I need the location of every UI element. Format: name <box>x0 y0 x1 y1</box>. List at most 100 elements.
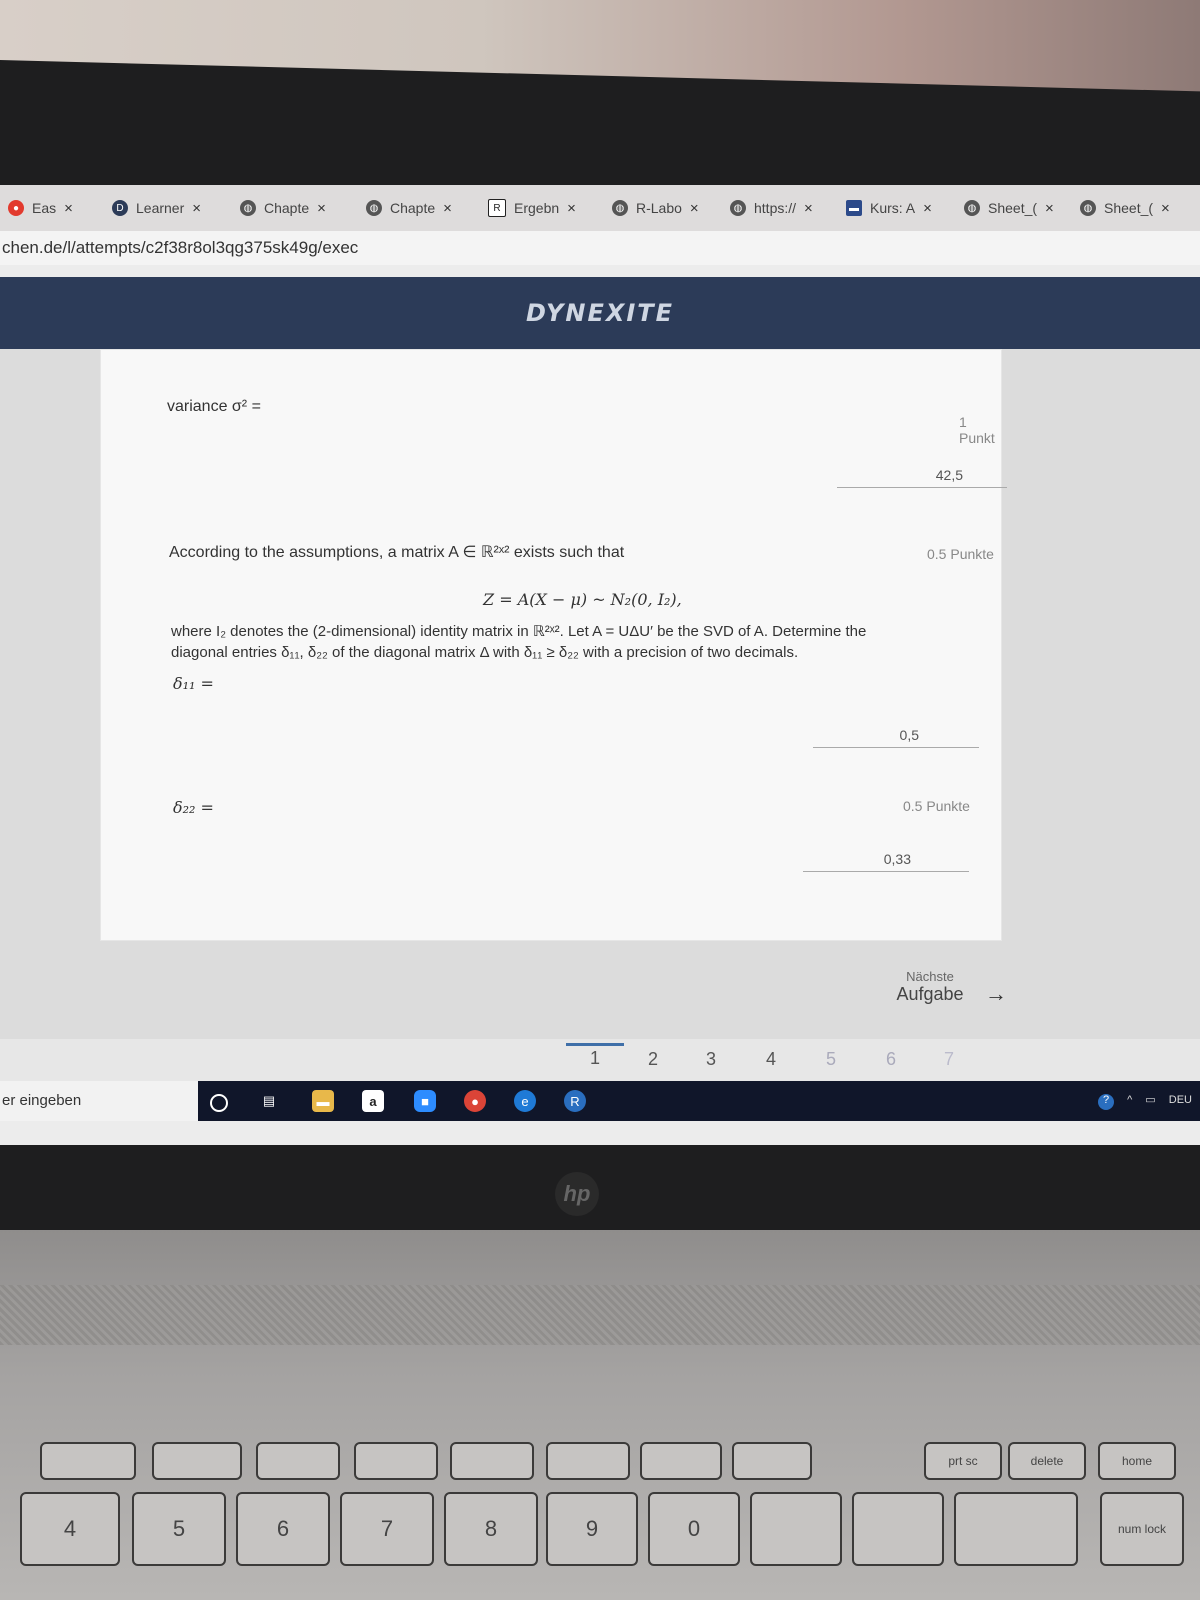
tab-learner[interactable]: D Learner × <box>112 193 201 223</box>
page-1[interactable]: 1 <box>566 1043 624 1069</box>
next-task-button[interactable]: Nächste Aufgabe <box>870 969 990 1005</box>
f-key-6 <box>546 1442 630 1480</box>
key-0: 0 <box>648 1492 740 1566</box>
close-icon[interactable]: × <box>1161 200 1170 217</box>
file-explorer-icon[interactable]: ▬ <box>312 1090 334 1112</box>
page-6[interactable]: 6 <box>886 1049 896 1070</box>
f-key-3 <box>256 1442 340 1480</box>
backspace-key <box>954 1492 1078 1566</box>
tab-eas[interactable]: ● Eas × <box>8 193 73 223</box>
delta11-label: δ₁₁ = <box>173 674 214 693</box>
num-lock-key: num lock <box>1100 1492 1184 1566</box>
question-body-line-1: where I₂ denotes the (2-dimensional) ide… <box>171 623 867 640</box>
r-icon[interactable]: R <box>564 1090 586 1112</box>
system-tray[interactable]: ? ^ ▭ DEU <box>1098 1093 1192 1110</box>
cortana-icon[interactable] <box>210 1094 228 1112</box>
close-icon[interactable]: × <box>690 200 699 217</box>
close-icon[interactable]: × <box>64 200 73 217</box>
variance-label: variance σ² = <box>167 398 261 415</box>
globe-icon: ◍ <box>1080 200 1096 216</box>
speaker-grille <box>0 1285 1200 1345</box>
delta11-input[interactable]: 0,5 <box>813 722 979 748</box>
battery-icon[interactable]: ▭ <box>1145 1094 1155 1106</box>
laptop-screen: ● Eas × D Learner × ◍ Chapte × ◍ Chapte … <box>0 185 1200 1145</box>
key-question <box>750 1492 842 1566</box>
f-key-4 <box>354 1442 438 1480</box>
f-key-8 <box>732 1442 812 1480</box>
variance-input[interactable]: 42,5 <box>837 462 1007 488</box>
page-2[interactable]: 2 <box>648 1049 658 1070</box>
question-intro: According to the assumptions, a matrix A… <box>169 544 625 561</box>
f-key-5 <box>450 1442 534 1480</box>
f-key-1 <box>40 1442 136 1480</box>
close-icon[interactable]: × <box>317 200 326 217</box>
key-6: 6 <box>236 1492 330 1566</box>
page-5[interactable]: 5 <box>826 1049 836 1070</box>
question-card: variance σ² = 1 Punkt 42,5 According to … <box>100 349 1007 941</box>
record-icon: ● <box>8 200 24 216</box>
key-accent <box>852 1492 944 1566</box>
tab-sheet-2[interactable]: ◍ Sheet_( × <box>1080 193 1170 223</box>
learner-icon: D <box>112 200 128 216</box>
home-key: home <box>1098 1442 1176 1480</box>
page-7[interactable]: 7 <box>944 1049 954 1070</box>
edge-icon[interactable]: e <box>514 1090 536 1112</box>
close-icon[interactable]: × <box>567 200 576 217</box>
tab-ergebnis[interactable]: R Ergebn × <box>488 193 576 223</box>
language-indicator[interactable]: DEU <box>1169 1094 1192 1106</box>
taskbar-search-input[interactable]: er eingeben <box>0 1081 198 1121</box>
windows-taskbar: er eingeben ▤ ▬ a ■ ● e R ? ^ ▭ DEU <box>0 1081 1200 1121</box>
tab-chapter-1[interactable]: ◍ Chapte × <box>240 193 326 223</box>
f-key-2 <box>152 1442 242 1480</box>
tab-https[interactable]: ◍ https:// × <box>730 193 813 223</box>
f-key-7 <box>640 1442 722 1480</box>
kurs-icon: ▬ <box>846 200 862 216</box>
delta22-label: δ₂₂ = <box>173 798 214 817</box>
question-body-line-2: diagonal entries δ₁₁, δ₂₂ of the diagona… <box>171 644 799 661</box>
r-icon: R <box>488 199 506 217</box>
chevron-up-icon[interactable]: ^ <box>1127 1094 1132 1106</box>
zoom-icon[interactable]: ■ <box>414 1090 436 1112</box>
browser-tab-bar: ● Eas × D Learner × ◍ Chapte × ◍ Chapte … <box>0 185 1200 231</box>
hp-logo: hp <box>555 1172 599 1216</box>
key-7: 7 <box>340 1492 434 1566</box>
help-icon[interactable]: ? <box>1098 1094 1114 1110</box>
arrow-right-icon[interactable]: → <box>985 981 1007 1007</box>
close-icon[interactable]: × <box>192 200 201 217</box>
tab-sheet-1[interactable]: ◍ Sheet_( × <box>964 193 1054 223</box>
page-3[interactable]: 3 <box>706 1049 716 1070</box>
delete-key: delete <box>1008 1442 1086 1480</box>
key-4: 4 <box>20 1492 120 1566</box>
prt-sc-key: prt sc <box>924 1442 1002 1480</box>
globe-icon: ◍ <box>730 200 746 216</box>
chrome-icon[interactable]: ● <box>464 1090 486 1112</box>
tab-r-labor[interactable]: ◍ R-Labo × <box>612 193 699 223</box>
globe-icon: ◍ <box>366 200 382 216</box>
close-icon[interactable]: × <box>923 200 932 217</box>
key-5: 5 <box>132 1492 226 1566</box>
model-formula: Z = A(X − μ) ~ N₂(0, I₂), <box>483 590 682 609</box>
amazon-icon[interactable]: a <box>362 1090 384 1112</box>
globe-icon: ◍ <box>240 200 256 216</box>
page-content: variance σ² = 1 Punkt 42,5 According to … <box>0 349 1200 1039</box>
key-8: 8 <box>444 1492 538 1566</box>
site-header: DYNEXITE <box>0 277 1200 349</box>
close-icon[interactable]: × <box>1045 200 1054 217</box>
page-4[interactable]: 4 <box>766 1049 776 1070</box>
tab-kurs[interactable]: ▬ Kurs: A × <box>846 193 932 223</box>
globe-icon: ◍ <box>964 200 980 216</box>
close-icon[interactable]: × <box>443 200 452 217</box>
task-pagination: 1 2 3 4 5 6 7 <box>0 1039 1200 1081</box>
variance-points: 1 Punkt <box>959 414 995 446</box>
globe-icon: ◍ <box>612 200 628 216</box>
tab-chapter-2[interactable]: ◍ Chapte × <box>366 193 452 223</box>
section-points: 0.5 Punkte <box>927 546 994 562</box>
delta22-input[interactable]: 0,33 <box>803 846 969 872</box>
address-bar[interactable]: chen.de/l/attempts/c2f38r8ol3qg375sk49g/… <box>0 231 1200 265</box>
task-view-icon[interactable]: ▤ <box>258 1090 280 1112</box>
delta22-points: 0.5 Punkte <box>903 798 970 814</box>
laptop-keyboard: prt sc delete home 4 5 6 7 8 9 0 num loc… <box>0 1230 1200 1600</box>
key-9: 9 <box>546 1492 638 1566</box>
close-icon[interactable]: × <box>804 200 813 217</box>
site-logo: DYNEXITE <box>525 299 675 327</box>
